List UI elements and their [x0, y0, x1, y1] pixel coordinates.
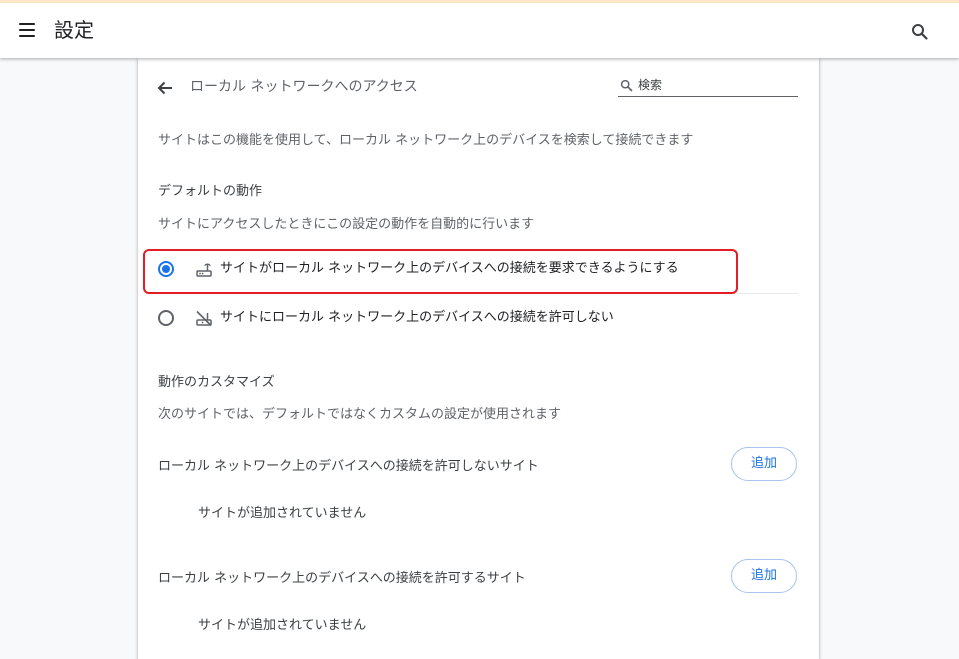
add-blocked-site-button[interactable]: 追加 — [731, 447, 797, 481]
allowed-sites-title: ローカル ネットワーク上のデバイスへの接続を許可するサイト — [158, 571, 526, 586]
page-description: サイトはこの機能を使用して、ローカル ネットワーク上のデバイスを検索して接続でき… — [158, 133, 694, 148]
search-field[interactable] — [618, 76, 798, 97]
radio-option-label: サイトにローカル ネットワーク上のデバイスへの接続を許可しない — [220, 310, 614, 325]
menu-icon[interactable] — [18, 22, 38, 38]
add-allowed-site-button[interactable]: 追加 — [731, 559, 797, 593]
radio-option-allow-requests[interactable]: サイトがローカル ネットワーク上のデバイスへの接続を要求できるようにする — [142, 247, 798, 291]
blocked-sites-title: ローカル ネットワーク上のデバイスへの接続を許可しないサイト — [158, 459, 539, 474]
page-title: ローカル ネットワークへのアクセス — [190, 79, 418, 95]
custom-behavior-heading: 動作のカスタマイズ — [158, 375, 275, 390]
settings-card: ローカル ネットワークへのアクセス サイトはこの機能を使用して、ローカル ネット… — [138, 58, 819, 659]
radio-option-label: サイトがローカル ネットワーク上のデバイスへの接続を要求できるようにする — [220, 261, 679, 276]
blocked-sites-empty: サイトが追加されていません — [198, 506, 367, 521]
radio-button[interactable] — [158, 310, 174, 326]
search-field-icon — [620, 79, 633, 92]
option-divider — [158, 293, 798, 294]
app-title: 設定 — [54, 18, 94, 42]
radio-option-block[interactable]: サイトにローカル ネットワーク上のデバイスへの接続を許可しない — [142, 296, 798, 340]
router-off-icon — [196, 310, 212, 327]
custom-behavior-subheading: 次のサイトでは、デフォルトではなくカスタムの設定が使用されます — [158, 407, 562, 422]
default-behavior-subheading: サイトにアクセスしたときにこの設定の動作を自動的に行います — [158, 217, 535, 232]
search-input[interactable] — [638, 76, 796, 94]
default-behavior-heading: デフォルトの動作 — [158, 184, 263, 199]
search-icon[interactable] — [910, 22, 930, 42]
router-icon — [196, 263, 212, 277]
arrow-back-icon[interactable] — [155, 78, 175, 98]
allowed-sites-empty: サイトが追加されていません — [198, 618, 367, 633]
app-header: 設定 — [0, 0, 959, 58]
radio-button[interactable] — [158, 261, 174, 277]
